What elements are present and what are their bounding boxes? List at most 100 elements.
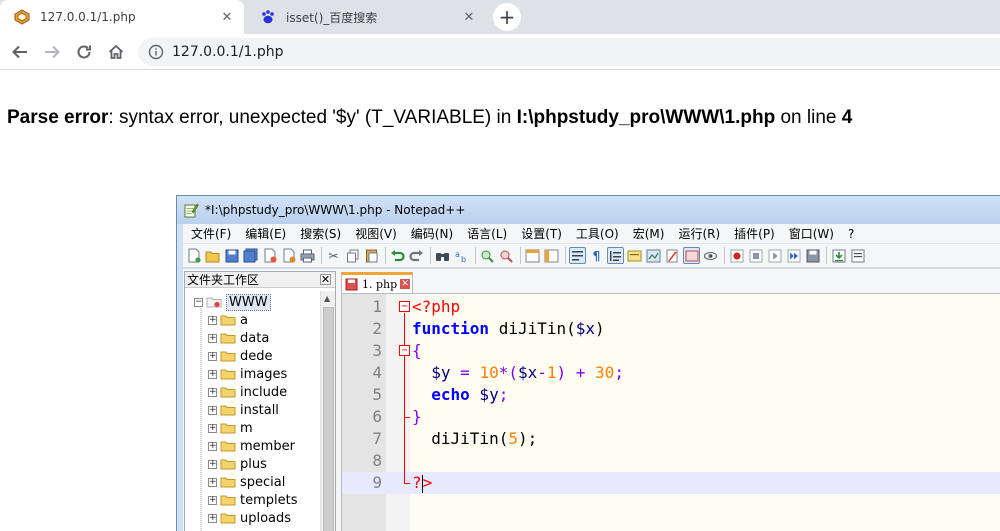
- home-button[interactable]: [104, 40, 128, 64]
- tree-folder-item[interactable]: + include: [208, 383, 287, 401]
- expand-icon[interactable]: +: [208, 333, 217, 343]
- tree-root[interactable]: − WWW: [194, 293, 271, 311]
- tree-folder-item[interactable]: + templets: [208, 491, 298, 509]
- fold-collapse-icon[interactable]: −: [399, 345, 410, 356]
- menu-file[interactable]: 文件(F): [183, 225, 237, 242]
- tree-folder-item[interactable]: + member: [208, 437, 295, 455]
- expand-icon[interactable]: +: [208, 315, 217, 325]
- menu-macro[interactable]: 宏(M): [625, 225, 671, 242]
- new-file-icon[interactable]: [185, 247, 202, 264]
- forward-button[interactable]: [40, 40, 64, 64]
- close-icon[interactable]: ✕: [218, 8, 236, 26]
- back-button[interactable]: [8, 40, 32, 64]
- function-list-icon[interactable]: [664, 247, 681, 264]
- expand-icon[interactable]: +: [208, 441, 217, 451]
- folder-icon: [220, 369, 236, 380]
- doc-map-icon[interactable]: [645, 247, 662, 264]
- info-icon[interactable]: [148, 44, 164, 60]
- reload-button[interactable]: [72, 40, 96, 64]
- save-macro-icon[interactable]: [804, 247, 821, 264]
- tree-folder-item[interactable]: + dede: [208, 347, 273, 365]
- menu-edit[interactable]: 编辑(E): [237, 225, 292, 242]
- cut-icon[interactable]: ✂: [325, 247, 342, 264]
- tree-folder-item[interactable]: + plus: [208, 455, 267, 473]
- window-titlebar[interactable]: *I:\phpstudy_pro\WWW\1.php - Notepad++: [177, 196, 1000, 224]
- save-all-icon[interactable]: [242, 247, 259, 264]
- folder-icon: [220, 315, 236, 326]
- copy-icon[interactable]: [344, 247, 361, 264]
- expand-icon[interactable]: +: [208, 495, 217, 505]
- menu-view[interactable]: 视图(V): [347, 225, 403, 242]
- tree-folder-item[interactable]: + images: [208, 365, 287, 383]
- monitoring-icon[interactable]: [702, 247, 719, 264]
- document-tab[interactable]: 1. php ✕: [341, 272, 413, 293]
- zoom-out-icon[interactable]: [498, 247, 515, 264]
- menu-help[interactable]: ?: [840, 227, 860, 241]
- word-wrap-icon[interactable]: [569, 247, 586, 264]
- record-macro-icon[interactable]: [728, 247, 745, 264]
- print-icon[interactable]: [299, 247, 316, 264]
- find-icon[interactable]: [434, 247, 451, 264]
- tree-folder-label: uploads: [240, 510, 292, 526]
- launch-in-browser-icon[interactable]: [830, 247, 847, 264]
- stop-macro-icon[interactable]: [747, 247, 764, 264]
- tree-folder-item[interactable]: + uploads: [208, 509, 291, 527]
- menu-window[interactable]: 窗口(W): [781, 225, 840, 242]
- expand-icon[interactable]: +: [208, 423, 217, 433]
- user-language-icon[interactable]: [626, 247, 643, 264]
- menu-tools[interactable]: 工具(O): [568, 225, 625, 242]
- menu-run[interactable]: 运行(R): [670, 225, 726, 242]
- menu-language[interactable]: 语言(L): [459, 225, 513, 242]
- code-editor[interactable]: 1 <?php 2 function diJiTin($x) 3 { 4 $y …: [341, 293, 1000, 531]
- sync-horizontal-icon[interactable]: [543, 247, 560, 264]
- folder-as-workspace-icon[interactable]: [683, 247, 700, 264]
- menu-settings[interactable]: 设置(T): [513, 225, 568, 242]
- tree-folder-item[interactable]: + special: [208, 473, 285, 491]
- save-icon[interactable]: [223, 247, 240, 264]
- expand-icon[interactable]: +: [208, 405, 217, 415]
- tree-folder-item[interactable]: + data: [208, 329, 269, 347]
- expand-icon[interactable]: +: [208, 477, 217, 487]
- folder-workspace-panel: 文件夹工作区 ✕ − WWW + a + data + dede + images + inclu…: [184, 271, 336, 531]
- expand-icon[interactable]: +: [208, 351, 217, 361]
- paste-icon[interactable]: [363, 247, 380, 264]
- expand-icon[interactable]: +: [208, 369, 217, 379]
- browser-tab-baidu[interactable]: isset()_百度搜索 ✕: [246, 0, 486, 34]
- indent-guide-icon[interactable]: [607, 247, 624, 264]
- scroll-up-icon[interactable]: ▲: [324, 294, 330, 303]
- redo-icon[interactable]: [408, 247, 425, 264]
- expand-icon[interactable]: +: [208, 459, 217, 469]
- zoom-in-icon[interactable]: [479, 247, 496, 264]
- panel-scrollbar[interactable]: ▲: [320, 291, 335, 531]
- close-icon[interactable]: ✕: [460, 8, 478, 26]
- close-icon[interactable]: ✕: [400, 279, 411, 289]
- show-all-chars-icon[interactable]: ¶: [588, 247, 605, 264]
- run-macro-multiple-icon[interactable]: [785, 247, 802, 264]
- close-file-icon[interactable]: [261, 247, 278, 264]
- scroll-thumb[interactable]: [323, 307, 334, 531]
- expand-icon[interactable]: +: [208, 387, 217, 397]
- browser-tab-active[interactable]: 127.0.0.1/1.php ✕: [0, 0, 244, 34]
- replace-icon[interactable]: ab: [453, 247, 470, 264]
- tree-folder-item[interactable]: + install: [208, 401, 279, 419]
- arrow-right-icon: [45, 45, 60, 59]
- expand-icon[interactable]: +: [208, 513, 217, 523]
- tree-folder-item[interactable]: + m: [208, 419, 253, 437]
- menu-plugins[interactable]: 插件(P): [726, 225, 781, 242]
- sync-vertical-icon[interactable]: [524, 247, 541, 264]
- address-bar[interactable]: 127.0.0.1/1.php: [138, 38, 1000, 66]
- open-file-icon[interactable]: [204, 247, 221, 264]
- play-macro-icon[interactable]: [766, 247, 783, 264]
- line-number: 1: [372, 297, 382, 316]
- fold-collapse-icon[interactable]: −: [399, 301, 410, 312]
- tree-folder-item[interactable]: + a: [208, 311, 248, 329]
- more-tools-icon[interactable]: [849, 247, 866, 264]
- collapse-icon[interactable]: −: [194, 297, 203, 307]
- close-all-icon[interactable]: [280, 247, 297, 264]
- undo-icon[interactable]: [389, 247, 406, 264]
- new-tab-button[interactable]: +: [493, 3, 521, 31]
- tree-root-label: WWW: [226, 293, 271, 311]
- menu-encoding[interactable]: 编码(N): [403, 225, 459, 242]
- close-icon[interactable]: ✕: [320, 274, 331, 285]
- menu-search[interactable]: 搜索(S): [292, 225, 347, 242]
